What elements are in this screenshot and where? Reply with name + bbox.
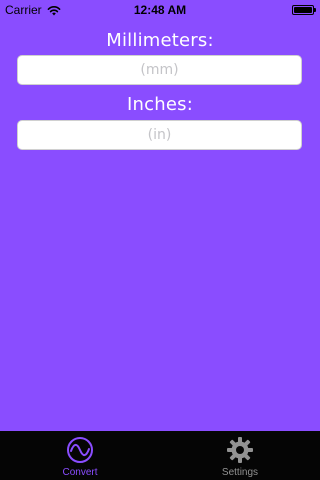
battery-fill bbox=[294, 7, 312, 13]
tab-bar: Convert Settings bbox=[0, 431, 320, 480]
tab-settings[interactable]: Settings bbox=[160, 431, 320, 480]
tab-convert-label: Convert bbox=[62, 467, 98, 478]
inches-label: Inches: bbox=[127, 94, 193, 115]
status-time: 12:48 AM bbox=[133, 3, 187, 17]
inches-input[interactable] bbox=[17, 120, 302, 150]
millimeters-label: Millimeters: bbox=[106, 30, 214, 51]
tab-convert[interactable]: Convert bbox=[0, 431, 160, 480]
wave-icon bbox=[66, 436, 94, 464]
status-bar: Carrier 12:48 AM bbox=[0, 0, 320, 20]
millimeters-input[interactable] bbox=[17, 55, 302, 85]
battery-icon bbox=[292, 5, 316, 15]
gear-icon bbox=[226, 436, 254, 464]
tab-settings-label: Settings bbox=[221, 467, 259, 478]
